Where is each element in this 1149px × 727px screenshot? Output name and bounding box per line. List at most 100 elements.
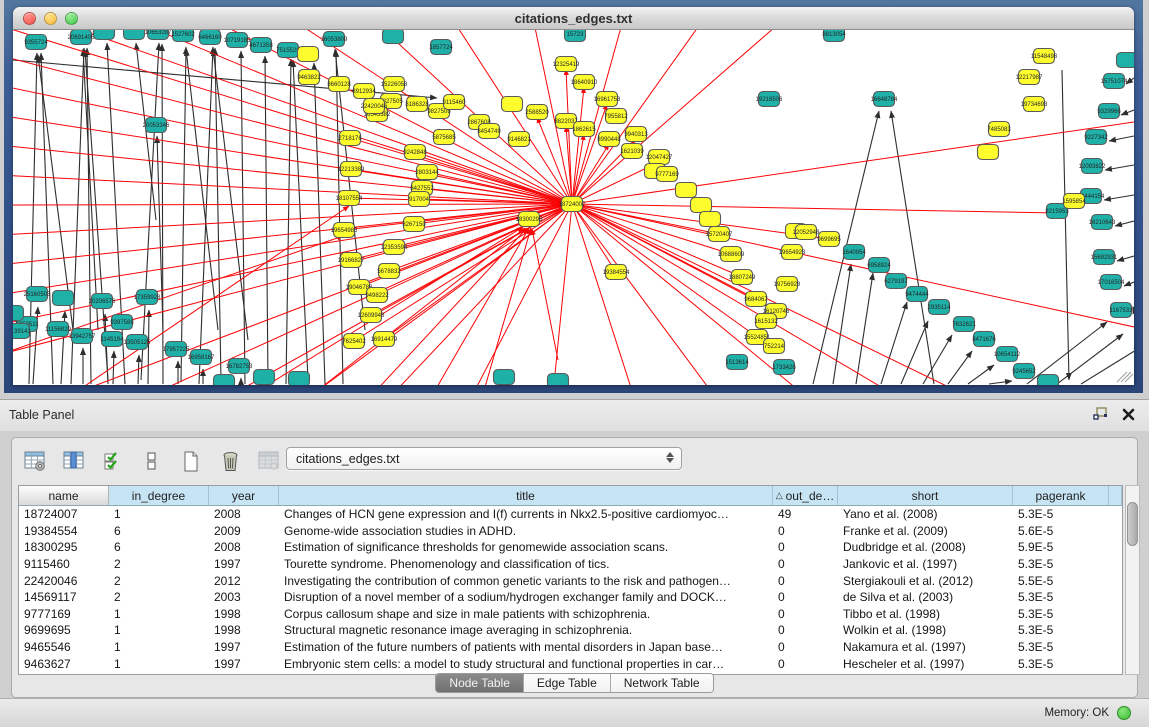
column-header-title[interactable]: title bbox=[279, 486, 773, 505]
svg-text:1527602: 1527602 bbox=[171, 32, 195, 38]
svg-text:12353594: 12353594 bbox=[381, 245, 408, 251]
svg-text:5875685: 5875685 bbox=[432, 135, 456, 141]
svg-text:1733426: 1733426 bbox=[772, 365, 796, 371]
table-row[interactable]: 1872400712008Changes of HCN gene express… bbox=[19, 506, 1122, 523]
table-row[interactable]: 1456911722003Disruption of a novel membe… bbox=[19, 589, 1122, 606]
cell-title: Investigating the contribution of common… bbox=[279, 574, 773, 588]
svg-text:9940313: 9940313 bbox=[624, 132, 648, 138]
new-column-icon[interactable] bbox=[178, 448, 204, 474]
cell-year: 1997 bbox=[209, 657, 279, 671]
tab-node-table[interactable]: Node Table bbox=[436, 674, 524, 692]
cell-name: 9115460 bbox=[19, 557, 109, 571]
svg-text:9245652: 9245652 bbox=[1012, 369, 1036, 375]
column-header-year[interactable]: year bbox=[209, 486, 279, 505]
column-header-name[interactable]: name bbox=[19, 486, 109, 505]
cell-short: Franke et al. (2009) bbox=[838, 524, 1013, 538]
table-scrollbar[interactable] bbox=[1125, 485, 1140, 675]
svg-text:19218506: 19218506 bbox=[756, 97, 783, 103]
row-height-icon[interactable] bbox=[139, 448, 165, 474]
cell-pagerank: 5.3E-5 bbox=[1013, 557, 1109, 571]
select-columns-icon[interactable] bbox=[100, 448, 126, 474]
svg-text:8186328: 8186328 bbox=[405, 102, 429, 108]
delete-column-icon[interactable] bbox=[217, 448, 243, 474]
cell-indegree: 6 bbox=[109, 540, 209, 554]
svg-text:9355724: 9355724 bbox=[24, 40, 48, 46]
svg-text:18640910: 18640910 bbox=[571, 80, 598, 86]
svg-text:19654923: 19654923 bbox=[779, 250, 806, 256]
delete-table-icon bbox=[256, 448, 282, 474]
cell-year: 1998 bbox=[209, 623, 279, 637]
table-row[interactable]: 946362711997Embryonic stem cells: a mode… bbox=[19, 655, 1122, 672]
svg-text:2803144: 2803144 bbox=[415, 170, 439, 176]
svg-text:1145194: 1145194 bbox=[101, 337, 125, 343]
svg-text:19654985: 19654985 bbox=[331, 228, 358, 234]
table-row[interactable]: 1830029562008Estimation of significance … bbox=[19, 539, 1122, 556]
table-mode-icon[interactable] bbox=[22, 448, 48, 474]
cell-short: Dudbridge et al. (2008) bbox=[838, 540, 1013, 554]
float-panel-icon[interactable] bbox=[1093, 407, 1108, 426]
table-header-row[interactable]: namein_degreeyeartitle△out_de…shortpager… bbox=[19, 486, 1122, 506]
svg-text:13505125: 13505125 bbox=[124, 340, 151, 346]
canvas-resize-grip bbox=[1117, 372, 1133, 382]
svg-text:9827508: 9827508 bbox=[427, 109, 451, 115]
column-header-short[interactable]: short bbox=[838, 486, 1013, 505]
table-toolbar: f(x) bbox=[22, 444, 321, 478]
cell-name: 18300295 bbox=[19, 540, 109, 554]
cell-pagerank: 5.6E-5 bbox=[1013, 524, 1109, 538]
svg-text:9397588: 9397588 bbox=[110, 320, 134, 326]
cell-year: 2009 bbox=[209, 524, 279, 538]
table-tabs: Node TableEdge TableNetwork Table bbox=[12, 673, 1137, 693]
table-row[interactable]: 911546021997Tourette syndrome. Phenomeno… bbox=[19, 556, 1122, 573]
svg-text:9242848: 9242848 bbox=[403, 150, 427, 156]
svg-text:25160503: 25160503 bbox=[24, 292, 51, 298]
cell-pagerank: 5.9E-5 bbox=[1013, 540, 1109, 554]
svg-text:12213389: 12213389 bbox=[338, 167, 365, 173]
svg-text:10653287: 10653287 bbox=[145, 30, 172, 36]
table-panel-header: Table Panel bbox=[0, 399, 1149, 431]
cell-outde: 0 bbox=[773, 607, 838, 621]
column-header-filler bbox=[1109, 486, 1122, 505]
cell-title: Genome-wide association studies in ADHD. bbox=[279, 524, 773, 538]
cell-year: 1997 bbox=[209, 640, 279, 654]
tab-network-table[interactable]: Network Table bbox=[611, 674, 713, 692]
svg-text:917004: 917004 bbox=[409, 197, 430, 203]
svg-text:9684067: 9684067 bbox=[744, 297, 768, 303]
cell-pagerank: 5.3E-5 bbox=[1013, 590, 1109, 604]
column-header-indegree[interactable]: in_degree bbox=[109, 486, 209, 505]
table-select-dropdown[interactable]: citations_edges.txt bbox=[286, 447, 682, 470]
column-header-outde[interactable]: △out_de… bbox=[773, 486, 838, 505]
svg-text:10719185: 10719185 bbox=[224, 38, 251, 44]
network-window: citations_edges.txt 93557242069140610653… bbox=[13, 7, 1134, 385]
table-row[interactable]: 977716911998Corpus callosum shape and si… bbox=[19, 606, 1122, 623]
svg-text:13942757: 13942757 bbox=[69, 334, 96, 340]
cell-short: Yano et al. (2008) bbox=[838, 507, 1013, 521]
column-header-pagerank[interactable]: pagerank bbox=[1013, 486, 1109, 505]
svg-text:7485083: 7485083 bbox=[987, 127, 1011, 133]
network-window-titlebar[interactable]: citations_edges.txt bbox=[13, 7, 1134, 30]
svg-text:12609948: 12609948 bbox=[358, 313, 385, 319]
svg-text:15723: 15723 bbox=[567, 32, 584, 38]
svg-text:20053346: 20053346 bbox=[143, 123, 170, 129]
cell-short: Stergiakouli et al. (2012) bbox=[838, 574, 1013, 588]
cell-outde: 0 bbox=[773, 557, 838, 571]
svg-text:18107554: 18107554 bbox=[336, 196, 363, 202]
cell-year: 2012 bbox=[209, 574, 279, 588]
tab-edge-table[interactable]: Edge Table bbox=[524, 674, 611, 692]
table-row[interactable]: 1938455462009Genome-wide association stu… bbox=[19, 523, 1122, 540]
status-bar: Memory: OK bbox=[0, 698, 1149, 727]
table-panel-title: Table Panel bbox=[9, 408, 74, 422]
svg-text:16958167: 16958167 bbox=[188, 355, 215, 361]
close-panel-icon[interactable] bbox=[1122, 408, 1135, 426]
svg-text:18807249: 18807249 bbox=[729, 275, 756, 281]
show-columns-icon[interactable] bbox=[61, 448, 87, 474]
memory-status-label: Memory: OK bbox=[1044, 707, 1109, 719]
table-row[interactable]: 946554611997Estimation of the future num… bbox=[19, 639, 1122, 656]
cell-indegree: 1 bbox=[109, 607, 209, 621]
table-scrollbar-thumb[interactable] bbox=[1127, 502, 1138, 546]
cell-title: Disruption of a novel member of a sodium… bbox=[279, 590, 773, 604]
network-canvas[interactable]: 9355724206914061065328715276026466160107… bbox=[13, 30, 1134, 385]
table-row[interactable]: 969969511998Structural magnetic resonanc… bbox=[19, 622, 1122, 639]
table-row[interactable]: 2242004622012Investigating the contribut… bbox=[19, 572, 1122, 589]
svg-text:9146821: 9146821 bbox=[507, 137, 531, 143]
cell-short: Tibbo et al. (1998) bbox=[838, 607, 1013, 621]
